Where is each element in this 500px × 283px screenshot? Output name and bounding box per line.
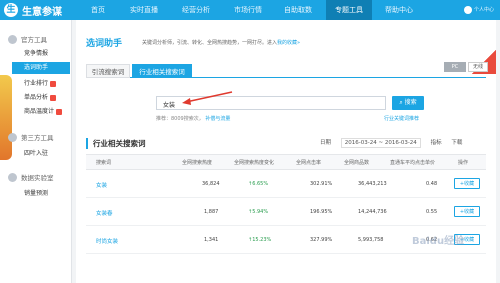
sidebar-group-label: 官方工具 <box>21 36 47 44</box>
keyword-link[interactable]: 女装春 <box>96 209 113 217</box>
date-label: 日期 <box>320 140 332 146</box>
metric-selector[interactable]: 指标 <box>431 140 442 146</box>
keyword-link[interactable]: 女装 <box>96 181 107 189</box>
user-label: 个人中心 <box>473 7 494 13</box>
click-rate: 302.91% <box>310 181 333 187</box>
sidebar: 官方工具 竞争情报 选词助手 行业排行 单品分析 商品温度计 第三方工具 四叶入… <box>0 20 72 283</box>
favorite-label: 收藏 <box>464 181 475 187</box>
search-button-label: 搜索 <box>404 99 417 106</box>
logo-icon: 生 <box>4 3 18 17</box>
hint-text: 推荐：8009搜索次， <box>156 116 204 122</box>
favorite-label: 收藏 <box>464 237 475 243</box>
search-heat: 1,341 <box>204 237 219 243</box>
page-description: 关键词分析师，引流、转化、全网热搜趋势，一网打尽。进入我的收藏» <box>142 39 300 46</box>
lab-icon <box>8 172 17 182</box>
search-value: 女装 <box>163 102 176 109</box>
tab-traffic-keywords[interactable]: 引流搜索词 <box>86 64 130 78</box>
sidebar-item-thermometer[interactable]: 商品温度计 <box>12 106 70 118</box>
user-menu[interactable]: 个人中心 <box>463 0 494 20</box>
favorite-button[interactable]: +收藏 <box>454 206 480 217</box>
keyword-link[interactable]: 时尚女装 <box>96 237 118 245</box>
sidebar-item-keyword-assistant[interactable]: 选词助手 <box>12 62 70 74</box>
nav-live[interactable]: 实时直播 <box>120 0 168 20</box>
sidebar-item-sales-forecast[interactable]: 销量预测 <box>12 188 70 200</box>
nav-home[interactable]: 首页 <box>80 0 116 20</box>
item-count: 14,244,736 <box>358 209 387 215</box>
my-favorites-link[interactable]: 我的收藏» <box>277 40 300 46</box>
page-title: 选词助手 <box>86 39 123 49</box>
hot-badge-icon <box>56 108 63 115</box>
industry-recommend-link[interactable]: 行业关键词推荐 <box>384 115 419 122</box>
avatar-icon <box>463 5 472 14</box>
table-row: 女装 36,824 ↑6.65% 302.91% 36,443,213 0.48… <box>86 170 486 198</box>
search-heat: 1,887 <box>204 209 219 215</box>
plugin-icon <box>8 132 17 142</box>
heat-change: ↑5.94% <box>248 209 269 215</box>
table-row: 女装春 1,887 ↑5.94% 196.95% 14,244,736 0.55… <box>86 198 486 226</box>
hot-badge-icon <box>50 94 57 101</box>
nav-market[interactable]: 市场行情 <box>224 0 272 20</box>
tab-industry-keywords[interactable]: 行业相关搜索词 <box>132 64 192 78</box>
download-button[interactable]: 下载 <box>451 140 462 146</box>
sidebar-item-label: 行业排行 <box>24 80 49 87</box>
sidebar-item-competition[interactable]: 竞争情报 <box>12 48 70 60</box>
avg-cpc: 0.55 <box>426 209 438 215</box>
heat-change-value: 15.23% <box>252 237 272 243</box>
section-title: 行业相关搜索词 <box>86 138 146 149</box>
sidebar-group-third-party: 第三方工具 <box>8 132 54 142</box>
sidebar-item-industry-rank[interactable]: 行业排行 <box>12 78 70 90</box>
heat-change-value: 6.65% <box>252 181 269 187</box>
heat-change: ↑15.23% <box>248 237 272 243</box>
app-logo[interactable]: 生 生意参谋 <box>4 2 62 18</box>
column-header[interactable]: 全网商品数 <box>344 159 369 166</box>
item-count: 36,443,213 <box>358 181 387 187</box>
sidebar-group-lab: 数据实验室 <box>8 172 54 182</box>
sidebar-item-label: 商品温度计 <box>24 108 55 115</box>
logo-text: 生意参谋 <box>22 6 62 18</box>
nav-self-service[interactable]: 自助取数 <box>274 0 322 20</box>
nav-special-tools[interactable]: 专题工具 <box>326 0 372 20</box>
column-header: 搜索词 <box>96 160 112 166</box>
hint-link[interactable]: 补偿与流量 <box>205 116 230 122</box>
item-count: 5,993,758 <box>358 237 384 243</box>
date-range-picker[interactable]: 2016-03-24 ~ 2016-03-24 <box>340 138 421 148</box>
sidebar-item-siye[interactable]: 四叶入驻 <box>12 148 70 160</box>
page-desc-text: 关键词分析师，引流、转化、全网热搜趋势，一网打尽。进入 <box>142 40 278 46</box>
search-heat: 36,824 <box>202 181 220 187</box>
sidebar-group-official: 官方工具 <box>8 34 47 44</box>
column-header: 操作 <box>458 160 469 166</box>
column-header[interactable]: 全网点击率 <box>296 159 321 166</box>
favorite-label: 收藏 <box>464 209 475 215</box>
avg-cpc: 0.48 <box>426 181 438 187</box>
search-icon: ⌕ <box>399 99 403 106</box>
red-arrow-annotation <box>182 91 233 105</box>
sidebar-item-product-analysis[interactable]: 单品分析 <box>12 92 70 104</box>
table-header: 搜索词 全网搜索热度 全网搜索热度变化 全网点击率 全网商品数 直通车平均点击单… <box>86 154 486 170</box>
search-button[interactable]: ⌕ 搜索 <box>392 96 424 110</box>
nav-operation-analysis[interactable]: 经营分析 <box>172 0 220 20</box>
watermark: Baidu经验 <box>412 236 465 247</box>
sidebar-group-label: 第三方工具 <box>21 134 54 142</box>
column-header[interactable]: 全网搜索热度 <box>182 159 212 166</box>
favorite-button[interactable]: +收藏 <box>454 178 480 189</box>
column-header[interactable]: 全网搜索热度变化 <box>234 159 274 166</box>
search-hint: 推荐：8009搜索次， 补偿与流量 <box>156 115 230 122</box>
nav-help-center[interactable]: 帮助中心 <box>376 0 422 20</box>
sidebar-group-label: 数据实验室 <box>21 174 54 182</box>
heat-change-value: 5.94% <box>252 209 269 215</box>
table-filters: 日期 2016-03-24 ~ 2016-03-24 指标 下载 <box>320 138 470 148</box>
column-header[interactable]: 直通车平均点击单价 <box>390 159 435 166</box>
promo-banner[interactable] <box>0 75 12 160</box>
top-nav-bar: 生 生意参谋 首页 实时直播 经营分析 市场行情 自助取数 专题工具 帮助中心 … <box>0 0 500 20</box>
tools-icon <box>8 34 17 44</box>
sidebar-item-label: 单品分析 <box>24 94 49 101</box>
hot-badge-icon <box>50 80 57 87</box>
click-rate: 196.95% <box>310 209 333 215</box>
tab-bar: 引流搜索词 行业相关搜索词 <box>86 64 486 78</box>
click-rate: 327.99% <box>310 237 333 243</box>
heat-change: ↑6.65% <box>248 181 269 187</box>
